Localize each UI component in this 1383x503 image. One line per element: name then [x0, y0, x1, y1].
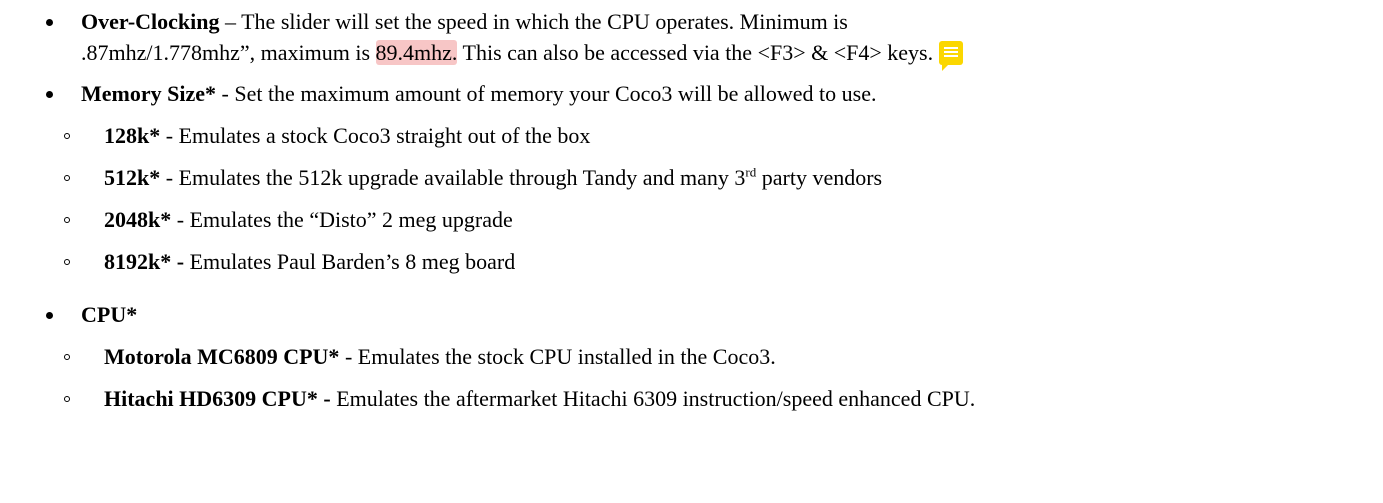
- cpu-line: CPU*: [81, 301, 137, 329]
- document-page: Over-Clocking – The slider will set the …: [0, 0, 1383, 503]
- separator: -: [339, 344, 358, 369]
- option-description: Emulates the “Disto” 2 meg upgrade: [189, 207, 513, 232]
- separator: -: [171, 207, 190, 232]
- highlighted-max-speed[interactable]: 89.4mhz.: [375, 40, 458, 65]
- bullet-circle: [64, 354, 70, 360]
- cpu-title: CPU*: [81, 302, 138, 327]
- bullet-disc: [46, 91, 53, 98]
- separator: –: [219, 9, 242, 34]
- bullet-circle: [64, 396, 70, 402]
- memory-option-512k: 512k* - Emulates the 512k upgrade availa…: [104, 164, 882, 192]
- memory-size-line: Memory Size* - Set the maximum amount of…: [81, 80, 877, 108]
- memory-option-2048k: 2048k* - Emulates the “Disto” 2 meg upgr…: [104, 206, 513, 234]
- overclocking-line-1: Over-Clocking – The slider will set the …: [81, 8, 848, 36]
- memory-size-title: Memory Size*: [81, 81, 216, 106]
- bullet-disc: [46, 19, 53, 26]
- memory-size-description: Set the maximum amount of memory your Co…: [234, 81, 877, 106]
- overclocking-description: The slider will set the speed in which t…: [241, 9, 848, 34]
- memory-option-128k: 128k* - Emulates a stock Coco3 straight …: [104, 122, 590, 150]
- option-description: Emulates Paul Barden’s 8 meg board: [189, 249, 516, 274]
- option-description: Emulates the aftermarket Hitachi 6309 in…: [336, 386, 976, 411]
- comment-note-icon[interactable]: [939, 41, 964, 71]
- bullet-circle: [64, 217, 70, 223]
- option-description: Emulates the stock CPU installed in the …: [357, 344, 776, 369]
- superscript: rd: [745, 164, 757, 180]
- option-title: 8192k* -: [104, 249, 185, 274]
- overclocking-line-2: .87mhz/1.778mhz”, maximum is 89.4mhz. Th…: [81, 39, 964, 71]
- option-title: 512k*: [104, 165, 161, 190]
- cpu-option-hd6309: Hitachi HD6309 CPU* - Emulates the after…: [104, 385, 975, 413]
- bullet-circle: [64, 259, 70, 265]
- option-title: Hitachi HD6309 CPU* -: [104, 386, 331, 411]
- option-title: 128k*: [104, 123, 161, 148]
- separator: -: [160, 165, 179, 190]
- option-description: Emulates the 512k upgrade available thro…: [178, 165, 746, 190]
- bullet-circle: [64, 175, 70, 181]
- cpu-option-mc6809: Motorola MC6809 CPU* - Emulates the stoc…: [104, 343, 776, 371]
- overclocking-min-text: .87mhz/1.778mhz”, maximum is: [81, 40, 376, 65]
- overclocking-title: Over-Clocking: [81, 9, 220, 34]
- bullet-circle: [64, 133, 70, 139]
- option-title: Motorola MC6809 CPU*: [104, 344, 340, 369]
- separator: -: [160, 123, 179, 148]
- separator: -: [216, 81, 235, 106]
- option-description: Emulates a stock Coco3 straight out of t…: [178, 123, 591, 148]
- overclocking-keys-text: This can also be accessed via the <F3> &…: [457, 40, 934, 65]
- memory-option-8192k: 8192k* - Emulates Paul Barden’s 8 meg bo…: [104, 248, 515, 276]
- option-description-end: party vendors: [756, 165, 883, 190]
- bullet-disc: [46, 312, 53, 319]
- option-title: 2048k*: [104, 207, 172, 232]
